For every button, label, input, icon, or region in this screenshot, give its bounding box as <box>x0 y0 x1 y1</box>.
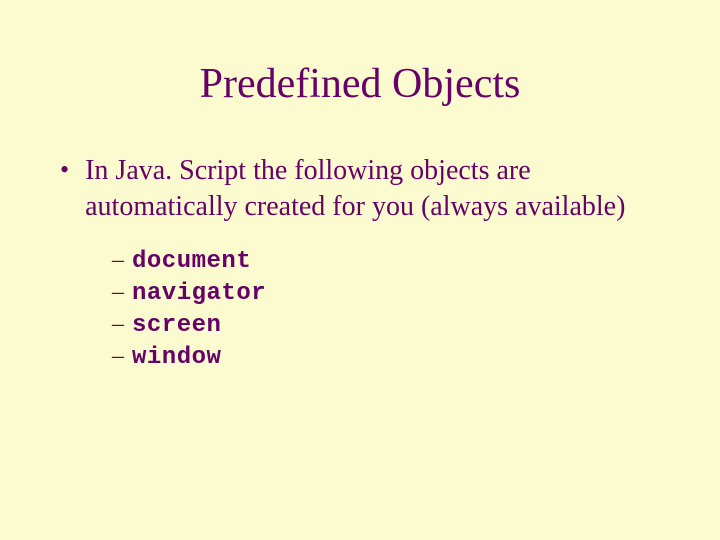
bullet-item: • In Java. Script the following objects … <box>60 153 660 225</box>
sub-item-label: screen <box>132 312 221 339</box>
list-item: – navigator <box>112 279 660 307</box>
dash-icon: – <box>112 343 124 370</box>
list-item: – screen <box>112 311 660 339</box>
bullet-icon: • <box>60 153 69 187</box>
bullet-text: In Java. Script the following objects ar… <box>85 153 660 225</box>
sub-item-label: document <box>132 248 251 275</box>
list-item: – window <box>112 343 660 371</box>
dash-icon: – <box>112 311 124 338</box>
sub-item-label: window <box>132 344 221 371</box>
dash-icon: – <box>112 279 124 306</box>
dash-icon: – <box>112 247 124 274</box>
list-item: – document <box>112 247 660 275</box>
sub-item-label: navigator <box>132 280 266 307</box>
sub-list: – document – navigator – screen – window <box>112 247 660 371</box>
slide-title: Predefined Objects <box>60 60 660 108</box>
slide: Predefined Objects • In Java. Script the… <box>0 0 720 540</box>
